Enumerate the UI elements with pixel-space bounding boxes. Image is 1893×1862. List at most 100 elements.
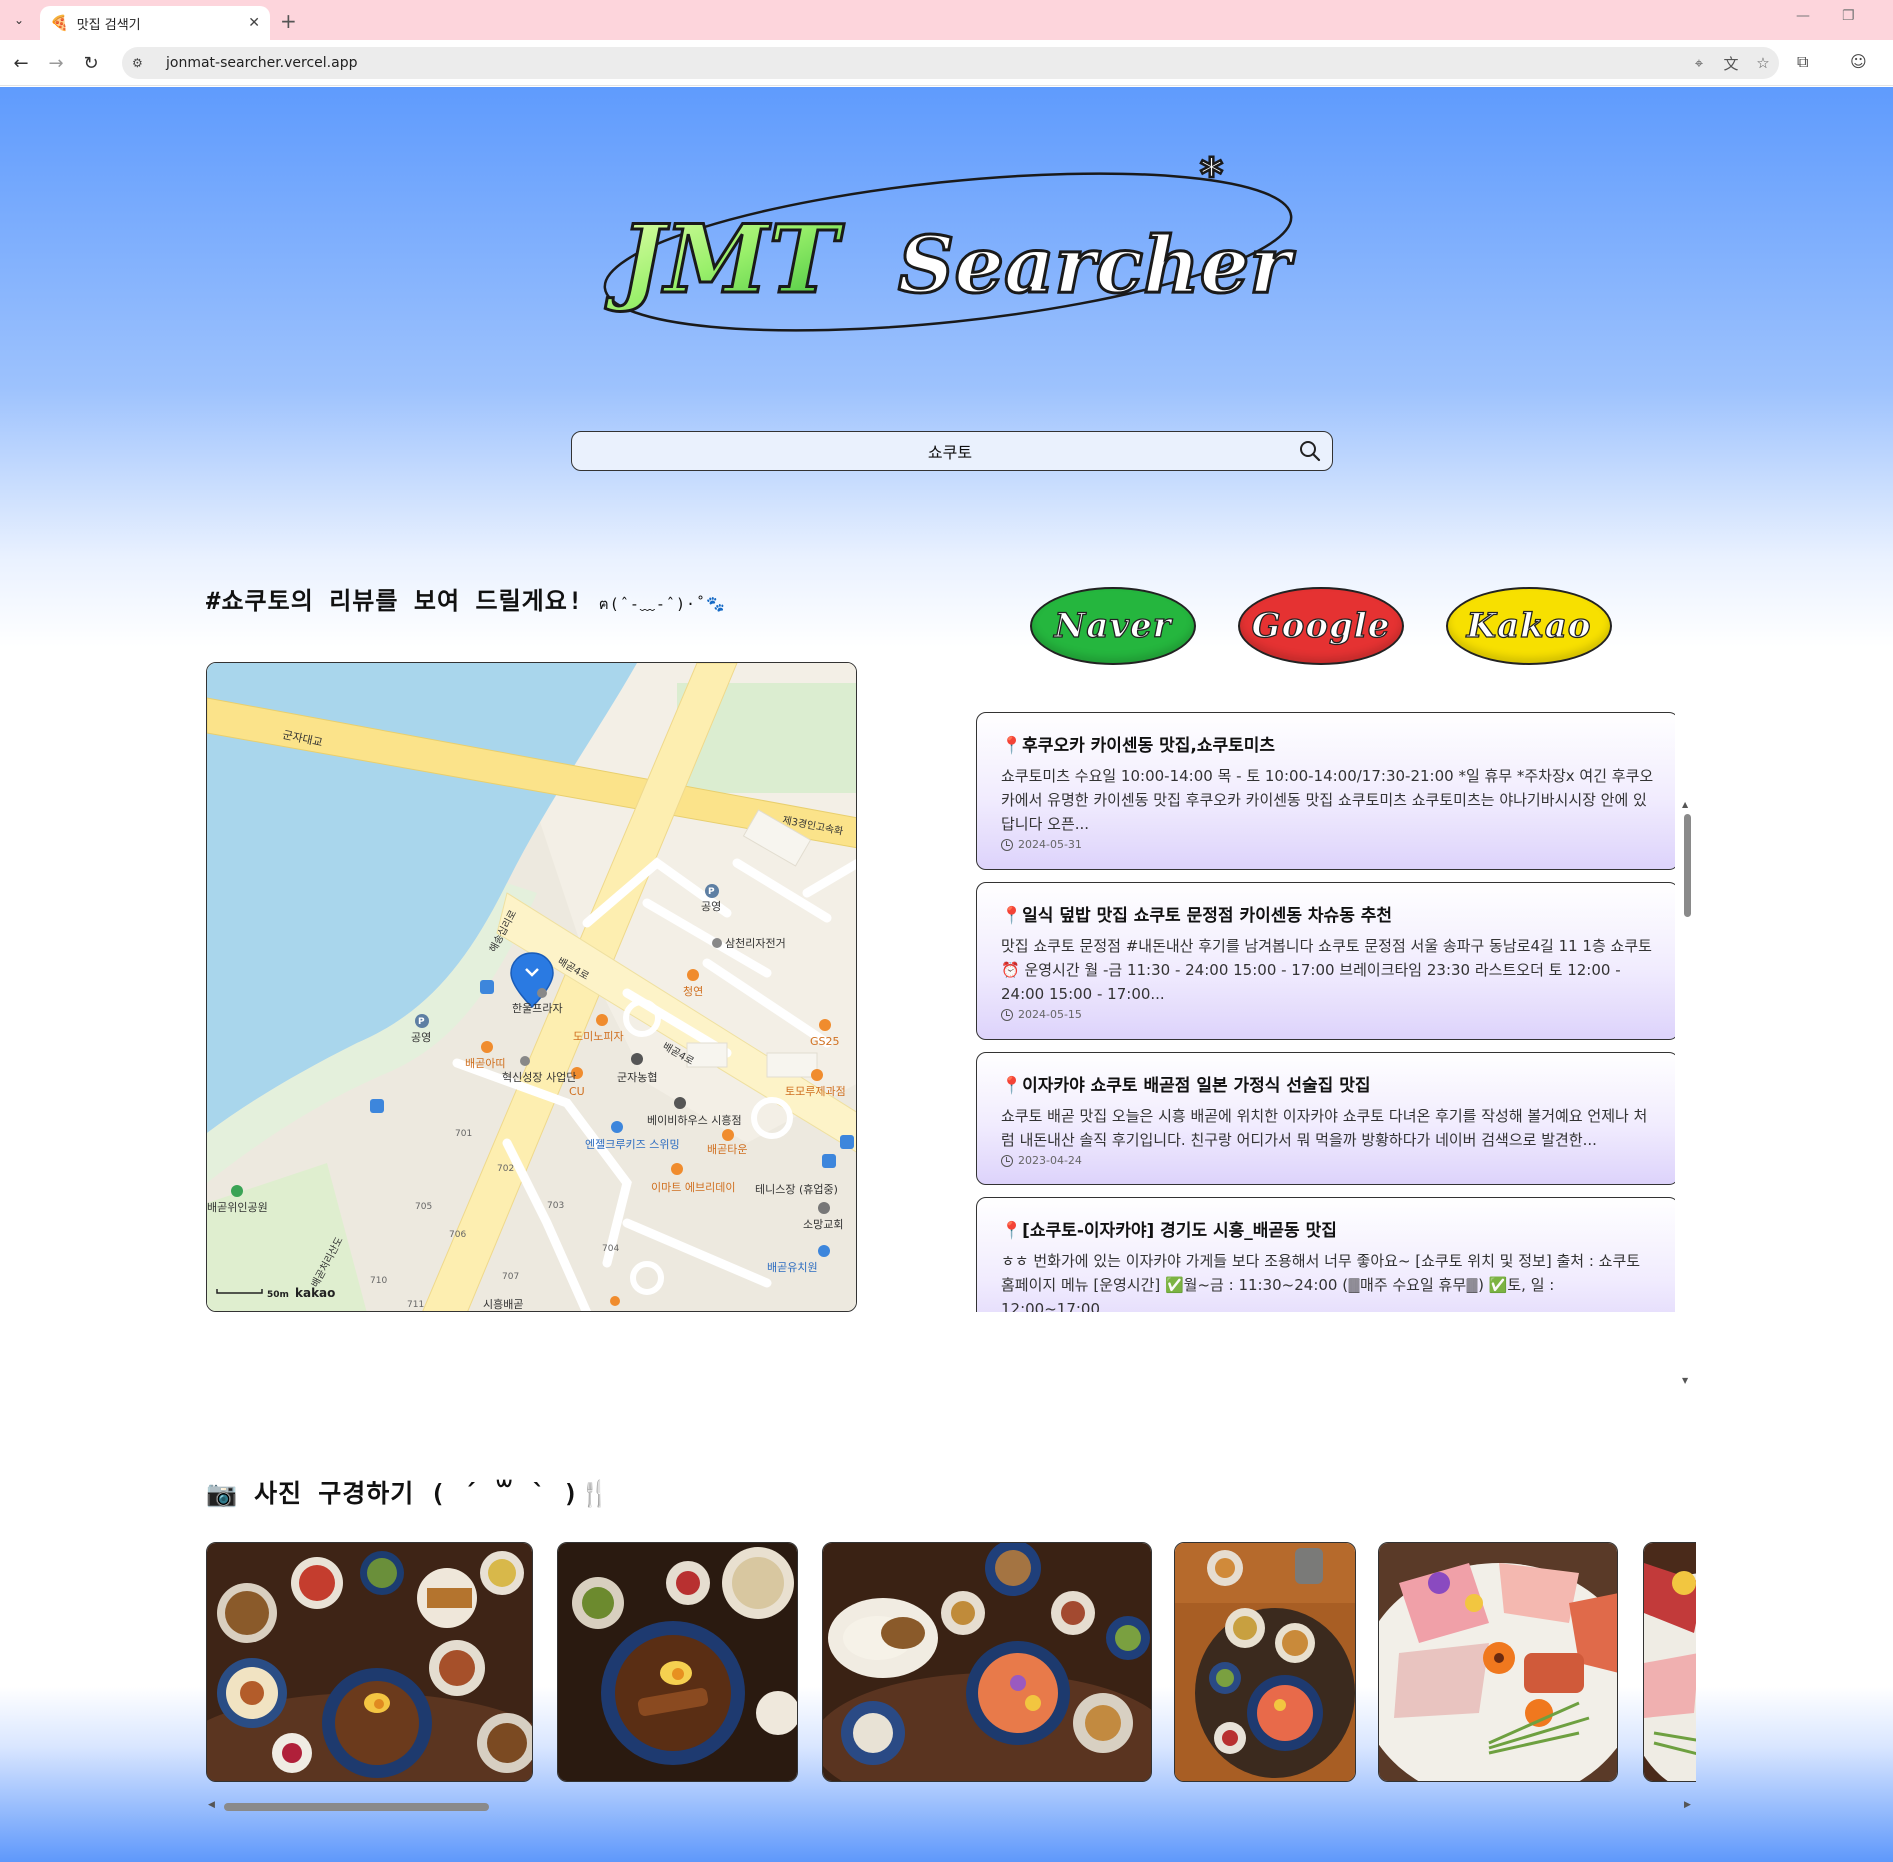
svg-text:P: P	[708, 887, 715, 897]
search-icon[interactable]	[1288, 432, 1332, 470]
site-settings-icon[interactable]: ⚙	[132, 56, 152, 70]
review-date: 2023-04-24	[1001, 1154, 1654, 1167]
review-title[interactable]: 📍[쇼쿠토-이자카야] 경기도 시흥_배곧동 맛집	[1001, 1216, 1654, 1241]
svg-text:Searcher: Searcher	[898, 220, 1295, 311]
review-title[interactable]: 📍후쿠오카 카이센동 맛집,쇼쿠토미츠	[1001, 731, 1654, 756]
close-icon[interactable]: ✕	[248, 15, 260, 31]
photo-set-meal-2[interactable]	[822, 1542, 1152, 1782]
svg-text:*: *	[1200, 149, 1223, 200]
map-label-place17: 배곧유치원	[767, 1261, 818, 1274]
map-label-bld6: 706	[449, 1230, 466, 1240]
tab-title: 맛집 검색기	[76, 17, 141, 33]
kaomoji: ฅ(ˆ-﹏-ˆ)·˚🐾	[598, 595, 726, 613]
profile-icon[interactable]: ☺	[1850, 52, 1867, 71]
scroll-up-icon[interactable]: ▲	[1682, 800, 1688, 809]
map-label-place13: 배곧타운	[707, 1143, 747, 1156]
source-buttons: Naver Google Kakao	[1030, 587, 1620, 667]
review-section-title: #쇼쿠토의 리뷰를 보여 드릴게요! ฅ(ˆ-﹏-ˆ)·˚🐾	[206, 581, 726, 616]
star-icon[interactable]: ☆	[1747, 54, 1779, 72]
kakao-button[interactable]: Kakao	[1446, 587, 1612, 665]
map-label-bld4: 704	[602, 1244, 619, 1254]
map-label-bld3: 703	[547, 1201, 564, 1211]
photo-sashimi-2[interactable]	[1643, 1542, 1696, 1782]
browser-toolbar: ← → ↻ ⚙ jonmat-searcher.vercel.app ⌖ 文 ☆…	[0, 40, 1893, 86]
extensions-icon[interactable]: ⧉	[1797, 52, 1808, 72]
review-list[interactable]: 📍후쿠오카 카이센동 맛집,쇼쿠토미츠 쇼쿠토미츠 수요일 10:00-14:0…	[975, 712, 1675, 1312]
page: JMT Searcher * #쇼쿠토의 리뷰를 보여 드릴게요! ฅ(ˆ-﹏-…	[0, 87, 1893, 1862]
map-scale-text: 50m	[267, 1290, 289, 1300]
clock-icon	[1001, 838, 1013, 851]
gallery-scrollbar[interactable]: ◀ ▶	[206, 1800, 1696, 1812]
map-label-place16: 소망교회	[803, 1218, 843, 1231]
map-label-place6: 배곧아띠	[465, 1057, 505, 1070]
scroll-down-icon[interactable]: ▼	[1682, 1376, 1688, 1385]
search-input[interactable]	[572, 432, 1288, 470]
review-card[interactable]: 📍일식 덮밥 맛집 쇼쿠토 문정점 카이센동 차슈동 추천 맛집 쇼쿠토 문정점…	[976, 882, 1675, 1040]
photo-kaomoji: ( ´ ꒳ ` )🍴	[430, 1479, 612, 1508]
review-title[interactable]: 📍이자카야 쇼쿠토 배곧점 일본 가정식 선술집 맛집	[1001, 1071, 1654, 1096]
clock-icon	[1001, 1008, 1013, 1021]
minimize-icon[interactable]: —	[1796, 8, 1810, 24]
photo-sashimi[interactable]	[1378, 1542, 1618, 1782]
scroll-right-icon[interactable]: ▶	[1684, 1800, 1691, 1810]
scroll-left-icon[interactable]: ◀	[208, 1800, 215, 1810]
pizza-favicon-icon: 🍕	[50, 14, 69, 32]
review-date: 2024-05-31	[1001, 838, 1654, 851]
back-icon[interactable]: ←	[9, 51, 33, 75]
url-text[interactable]: jonmat-searcher.vercel.app	[166, 55, 1683, 71]
address-bar[interactable]: ⚙ jonmat-searcher.vercel.app ⌖ 文 ☆	[122, 47, 1779, 79]
map-label-parking1: 공영	[701, 900, 721, 913]
browser-tab[interactable]: 🍕 맛집 검색기 ✕	[40, 6, 270, 40]
map-label-place1: 삼천리자전거	[725, 936, 786, 950]
naver-label: Naver	[1054, 605, 1172, 646]
map-label-place4: 도미노피자	[573, 1030, 624, 1043]
restore-icon[interactable]: ❐	[1842, 8, 1855, 24]
map-label-place19: 시흥배곧	[483, 1297, 523, 1311]
review-title-text: #쇼쿠토의 리뷰를 보여 드릴게요!	[206, 587, 584, 615]
map-label-place5: GS25	[810, 1035, 840, 1048]
new-tab-icon[interactable]: +	[280, 9, 297, 33]
map-canvas[interactable]: P P 군자대교 제3경인고속화 배곧4로 배곧4로 해송십리로 배곧처리산도 …	[207, 663, 857, 1312]
map-label-place8: CU	[569, 1085, 585, 1098]
map-label-place10: 토모루제과점	[785, 1085, 846, 1098]
svg-text:JMT: JMT	[605, 205, 845, 315]
tab-list-icon[interactable]: ⌄	[6, 8, 32, 32]
review-title[interactable]: 📍일식 덮밥 맛집 쇼쿠토 문정점 카이센동 차슈동 추천	[1001, 901, 1654, 926]
map-label-place9: 군자농협	[617, 1071, 657, 1084]
naver-button[interactable]: Naver	[1030, 587, 1196, 665]
map-label-bld5: 705	[415, 1202, 432, 1212]
map-label-bld9: 711	[407, 1300, 424, 1310]
map-label-place3: 청연	[683, 985, 703, 998]
forward-icon[interactable]: →	[44, 51, 68, 75]
search-bar	[571, 431, 1333, 471]
reload-icon[interactable]: ↻	[79, 51, 103, 75]
review-date-text: 2023-04-24	[1018, 1154, 1082, 1167]
clock-icon	[1001, 1154, 1013, 1167]
location-icon[interactable]: ⌖	[1683, 54, 1715, 72]
photo-gallery[interactable]	[206, 1542, 1696, 1787]
map-label-place11: 베이비하우스 시흥점	[647, 1113, 742, 1127]
kakao-attribution[interactable]: kakao	[295, 1286, 335, 1300]
google-button[interactable]: Google	[1238, 587, 1404, 665]
review-card[interactable]: 📍후쿠오카 카이센동 맛집,쇼쿠토미츠 쇼쿠토미츠 수요일 10:00-14:0…	[976, 712, 1675, 870]
translate-icon[interactable]: 文	[1715, 53, 1747, 74]
scrollbar-thumb[interactable]	[224, 1803, 489, 1811]
review-description: 맛집 쇼쿠토 문정점 #내돈내산 후기를 남겨봅니다 쇼쿠토 문정점 서울 송파…	[1001, 937, 1652, 1003]
map-label-place7: 혁신성장 사업단	[502, 1071, 576, 1084]
review-list-scrollbar[interactable]: ▲ ▼	[1681, 800, 1693, 1385]
review-card[interactable]: 📍[쇼쿠토-이자카야] 경기도 시흥_배곧동 맛집 ㅎㅎ 번화가에 있는 이자카…	[976, 1197, 1675, 1312]
scrollbar-thumb[interactable]	[1684, 814, 1691, 917]
map-label-bld8: 710	[370, 1276, 387, 1286]
map[interactable]: P P 군자대교 제3경인고속화 배곧4로 배곧4로 해송십리로 배곧처리산도 …	[206, 662, 857, 1312]
photo-section-title: 📷 사진 구경하기 ( ´ ꒳ ` )🍴	[206, 1474, 611, 1510]
review-date: 2024-05-15	[1001, 1008, 1654, 1021]
map-label-place2: 한울프라자	[512, 1002, 563, 1015]
google-label: Google	[1251, 605, 1391, 646]
review-date-text: 2024-05-15	[1018, 1008, 1082, 1021]
map-label-place14: 이마트 에브리데이	[651, 1181, 735, 1194]
photo-chashu-don[interactable]	[557, 1542, 798, 1782]
photo-set-meal-1[interactable]	[206, 1542, 533, 1782]
review-card[interactable]: 📍이자카야 쇼쿠토 배곧점 일본 가정식 선술집 맛집 쇼쿠토 배곧 맛집 오늘…	[976, 1052, 1675, 1185]
photo-set-meal-3[interactable]	[1174, 1542, 1356, 1782]
review-description: 쇼쿠토미츠 수요일 10:00-14:00 목 - 토 10:00-14:00/…	[1001, 767, 1654, 833]
